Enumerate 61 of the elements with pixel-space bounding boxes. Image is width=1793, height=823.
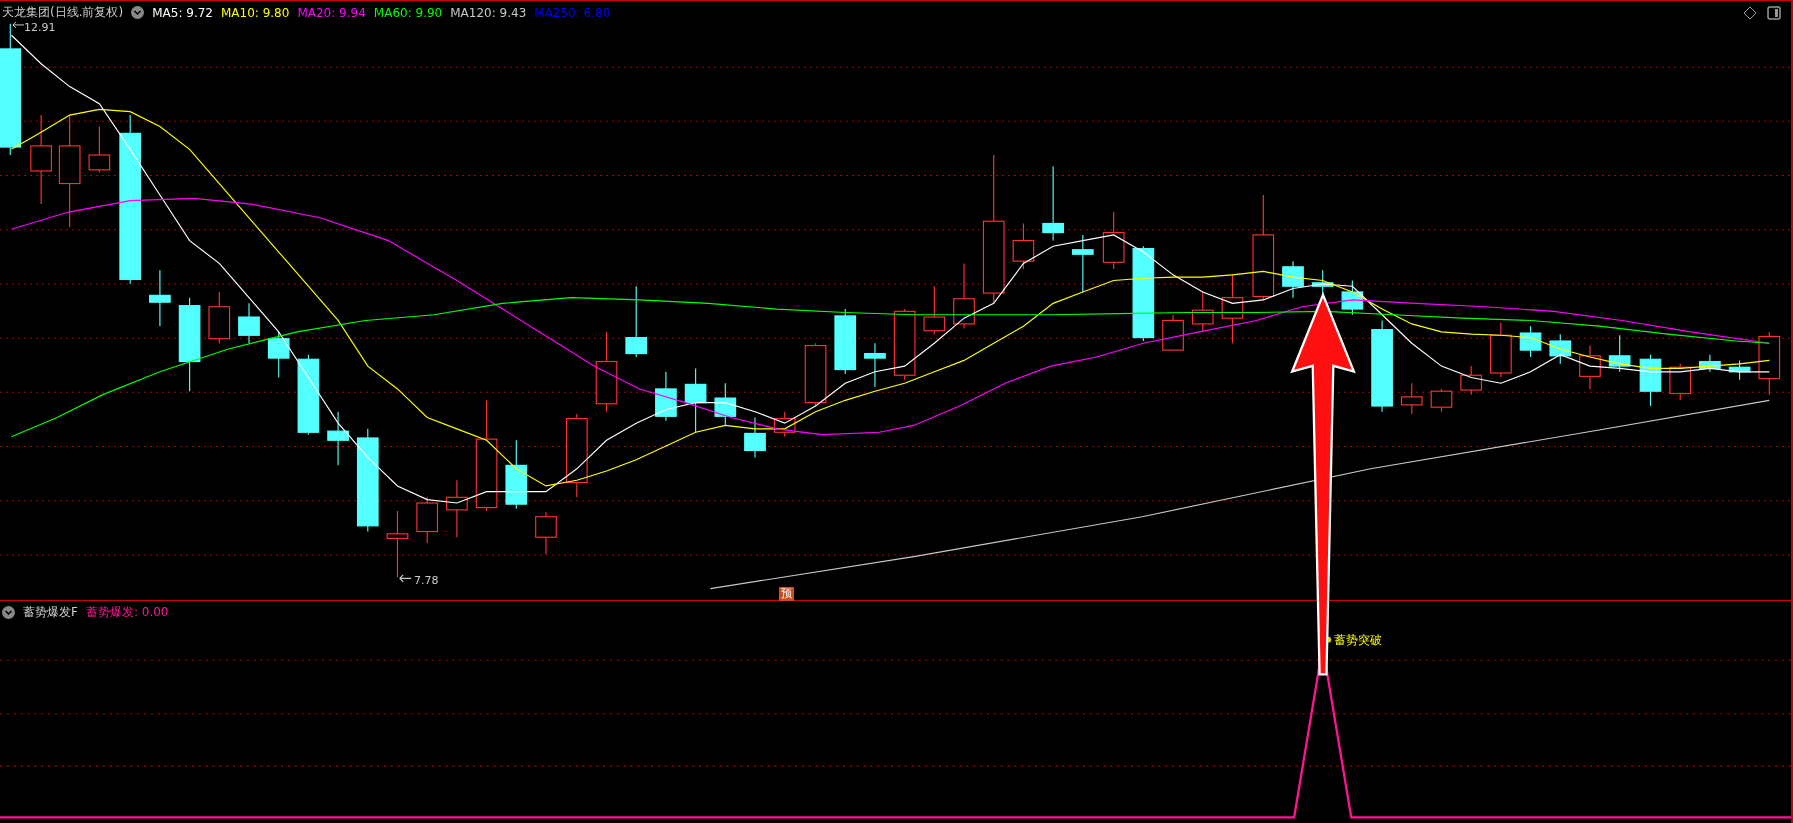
candlestick bbox=[684, 367, 707, 433]
candlestick bbox=[1071, 234, 1094, 293]
diamond-icon[interactable] bbox=[1743, 5, 1757, 20]
candlestick bbox=[864, 342, 886, 388]
moving-average-label: MA10: 9.80 bbox=[220, 5, 290, 20]
max-price-label: 12.91 bbox=[24, 21, 56, 34]
candlestick bbox=[1490, 322, 1512, 379]
candlestick bbox=[267, 331, 290, 379]
candlestick bbox=[923, 285, 946, 335]
indicator-value: 蓄势爆发: 0.00 bbox=[85, 604, 169, 621]
panel-toggle-icon[interactable] bbox=[1767, 5, 1781, 20]
moving-average-label: MA60: 9.90 bbox=[373, 5, 443, 20]
candlestick bbox=[88, 125, 111, 173]
moving-average-label: MA250: 6.80 bbox=[534, 5, 611, 20]
candlestick bbox=[1639, 354, 1662, 407]
candlestick bbox=[773, 411, 796, 438]
candlestick bbox=[505, 439, 528, 510]
candlestick bbox=[1191, 291, 1214, 333]
candlestick bbox=[655, 371, 677, 422]
pointer-arrow-icon bbox=[12, 21, 25, 29]
indicator-name: 蓄势爆发F bbox=[23, 604, 78, 621]
candlestick bbox=[834, 308, 857, 375]
candlestick bbox=[386, 510, 409, 578]
candlestick bbox=[1400, 382, 1423, 415]
dropdown-icon[interactable] bbox=[131, 6, 145, 19]
candlestick bbox=[1608, 334, 1631, 373]
candlestick bbox=[1549, 333, 1572, 365]
candlestick bbox=[1669, 363, 1692, 401]
candlestick bbox=[1221, 274, 1244, 344]
candlestick bbox=[535, 511, 557, 555]
candlestick bbox=[1430, 388, 1453, 413]
candlestick bbox=[208, 291, 231, 344]
candlestick bbox=[1012, 222, 1035, 270]
moving-average-label: MA120: 9.43 bbox=[450, 5, 527, 20]
candlestick bbox=[1162, 314, 1184, 351]
moving-average-label: MA5: 9.72 bbox=[152, 5, 213, 20]
candlestick bbox=[1341, 279, 1364, 316]
candlestick bbox=[1102, 211, 1125, 270]
candlestick bbox=[1282, 260, 1304, 299]
candlestick bbox=[1728, 359, 1751, 381]
candlestick bbox=[1519, 325, 1542, 358]
candlestick bbox=[1579, 345, 1601, 390]
moving-average-label: MA20: 9.94 bbox=[297, 5, 366, 20]
pointer-arrow-icon bbox=[399, 574, 412, 583]
candlestick bbox=[714, 382, 737, 426]
candlestick bbox=[744, 416, 766, 458]
signal-label: 蓄势突破 bbox=[1334, 632, 1382, 649]
candlestick bbox=[1460, 365, 1483, 396]
candlestick bbox=[327, 411, 349, 466]
min-price-label: 7.78 bbox=[414, 574, 439, 587]
dropdown-icon[interactable] bbox=[2, 606, 15, 619]
candlestick bbox=[446, 479, 468, 538]
stock-title: 天龙集团(日线.前复权) bbox=[2, 4, 124, 21]
candlestick bbox=[953, 262, 975, 329]
candlestick bbox=[416, 496, 439, 544]
candlestick bbox=[238, 302, 260, 344]
candlestick bbox=[1758, 331, 1781, 396]
candlestick bbox=[149, 269, 171, 327]
candlestick bbox=[804, 342, 827, 407]
candlestick bbox=[1699, 354, 1721, 373]
forecast-badge: 预 bbox=[779, 587, 794, 601]
